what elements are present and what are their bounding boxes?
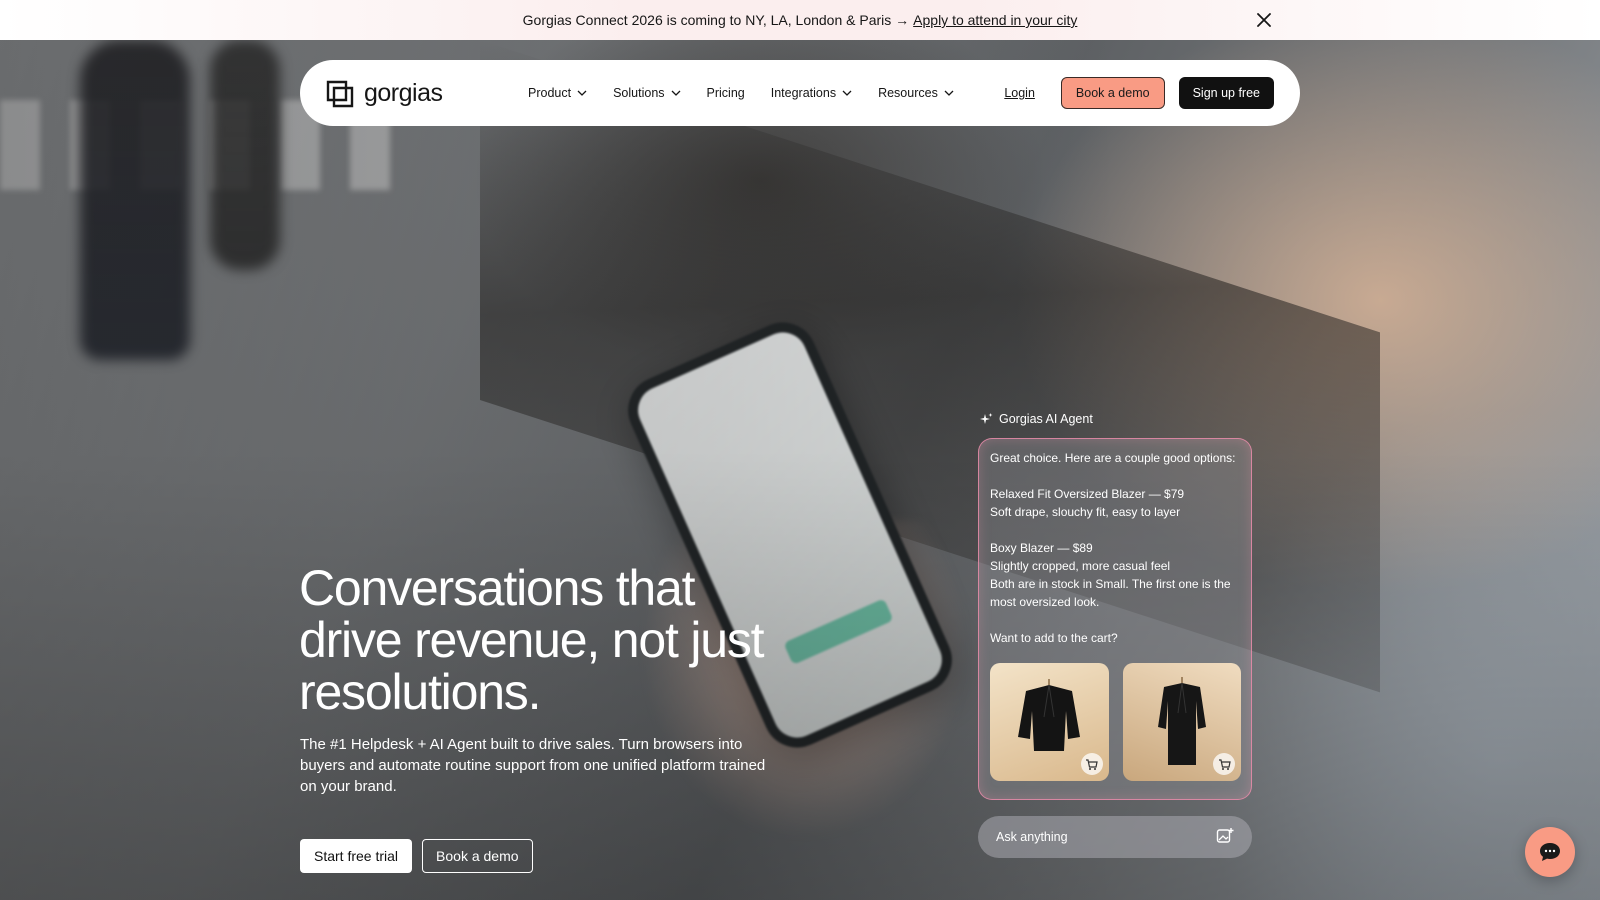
book-demo-hero-button[interactable]: Book a demo: [422, 839, 533, 873]
agent-question: Want to add to the cart?: [990, 631, 1118, 645]
chevron-down-icon: [577, 90, 587, 96]
agent-header: Gorgias AI Agent: [980, 412, 1093, 426]
product-cards: [990, 663, 1241, 781]
nav-item-label: Solutions: [613, 86, 665, 100]
announcement-link[interactable]: Apply to attend in your city: [913, 12, 1077, 28]
nav-actions: Login Book a demo Sign up free: [1004, 77, 1274, 109]
sparkle-icon: [980, 412, 993, 424]
option-description: Soft drape, slouchy fit, easy to layer: [990, 505, 1181, 519]
hero-title-line: Conversations that: [299, 560, 695, 616]
nav-item-label: Resources: [878, 86, 938, 100]
chevron-down-icon: [842, 90, 852, 96]
announcement-text: Gorgias Connect 2026 is coming to NY, LA…: [522, 12, 910, 28]
main-nav: gorgias Product Solutions Pricing Integr…: [300, 60, 1300, 126]
chevron-down-icon: [671, 90, 680, 96]
logo[interactable]: gorgias: [326, 78, 516, 108]
chevron-down-icon: [944, 90, 954, 96]
hero-ctas: Start free trial Book a demo: [300, 839, 533, 873]
nav-item-label: Pricing: [706, 86, 745, 100]
nav-item-solutions[interactable]: Solutions: [613, 86, 680, 100]
agent-intro: Great choice. Here are a couple good opt…: [990, 451, 1236, 465]
close-icon[interactable]: [1254, 10, 1274, 30]
agent-message-card: Great choice. Here are a couple good opt…: [978, 438, 1252, 800]
agent-label: Gorgias AI Agent: [999, 412, 1093, 426]
blazer-image: [1018, 679, 1081, 751]
nav-menu: Product Solutions Pricing Integrations R…: [528, 86, 1004, 100]
login-link[interactable]: Login: [1004, 86, 1035, 100]
nav-item-product[interactable]: Product: [528, 86, 587, 100]
nav-item-label: Integrations: [770, 86, 837, 100]
product-card-boxy-blazer[interactable]: [1122, 663, 1241, 781]
add-to-cart-icon[interactable]: [1213, 753, 1235, 775]
logo-wordmark: gorgias: [364, 78, 443, 107]
stock-note: Both are in stock in Small. The first on…: [990, 577, 1231, 609]
hero-title: Conversations that drive revenue, not ju…: [299, 562, 819, 718]
ask-placeholder: Ask anything: [996, 830, 1068, 844]
sign-up-button[interactable]: Sign up free: [1178, 77, 1274, 109]
nav-item-integrations[interactable]: Integrations: [771, 86, 852, 100]
product-card-relaxed-blazer[interactable]: [990, 663, 1109, 781]
blazer-image: [1157, 677, 1206, 765]
hero-subtitle: The #1 Helpdesk + AI Agent built to driv…: [300, 736, 766, 795]
nav-item-label: Product: [528, 86, 572, 100]
hero-title-line: drive revenue, not just: [299, 612, 765, 668]
hero-title-line: resolutions.: [299, 664, 541, 720]
announcement-bar: Gorgias Connect 2026 is coming to NY, LA…: [0, 0, 1600, 40]
chat-bubble-icon[interactable]: [1525, 827, 1575, 877]
option-title: Boxy Blazer — $89: [990, 541, 1093, 555]
nav-item-resources[interactable]: Resources: [878, 86, 954, 100]
ask-input[interactable]: Ask anything: [978, 816, 1252, 858]
background-overlay: [0, 0, 1600, 900]
start-free-trial-button[interactable]: Start free trial: [300, 839, 413, 873]
image-upload-icon[interactable]: [1216, 827, 1234, 848]
book-demo-button[interactable]: Book a demo: [1060, 77, 1165, 109]
logo-icon: [326, 80, 354, 108]
nav-item-pricing[interactable]: Pricing: [707, 86, 745, 100]
hero-background-photo: [0, 0, 1600, 900]
option-title: Relaxed Fit Oversized Blazer — $79: [990, 487, 1185, 501]
option-description: Slightly cropped, more casual feel: [990, 559, 1171, 573]
add-to-cart-icon[interactable]: [1080, 753, 1103, 775]
